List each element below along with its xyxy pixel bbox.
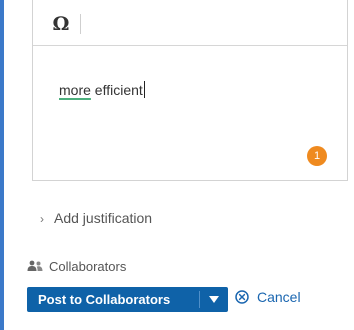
add-justification-label: Add justification	[54, 210, 153, 226]
text-caret	[143, 81, 145, 98]
caret-down-icon[interactable]	[200, 287, 228, 312]
add-justification-toggle[interactable]: › Add justification	[40, 210, 152, 226]
cancel-label: Cancel	[257, 289, 301, 305]
omega-icon[interactable]: Ω	[51, 13, 71, 35]
spellcheck-word[interactable]: more	[59, 82, 91, 98]
people-icon	[27, 260, 43, 271]
editor-content[interactable]: more efficient	[59, 81, 145, 99]
cancel-button[interactable]: Cancel	[235, 289, 301, 305]
toolbar-divider	[80, 14, 81, 34]
chevron-right-icon: ›	[40, 212, 44, 226]
text-editor[interactable]: Ω more efficient 1	[32, 0, 348, 181]
post-button-label[interactable]: Post to Collaborators	[27, 287, 199, 312]
editor-toolbar: Ω	[33, 0, 347, 46]
window-left-border	[0, 0, 4, 330]
post-to-collaborators-button[interactable]: Post to Collaborators	[27, 287, 228, 312]
collaborators-section: Collaborators	[27, 259, 126, 274]
issue-count-badge[interactable]: 1	[307, 146, 327, 166]
collaborators-label: Collaborators	[49, 259, 127, 274]
editor-text: efficient	[90, 82, 143, 98]
circle-x-icon	[235, 290, 249, 304]
caret-down-glyph	[209, 296, 219, 303]
